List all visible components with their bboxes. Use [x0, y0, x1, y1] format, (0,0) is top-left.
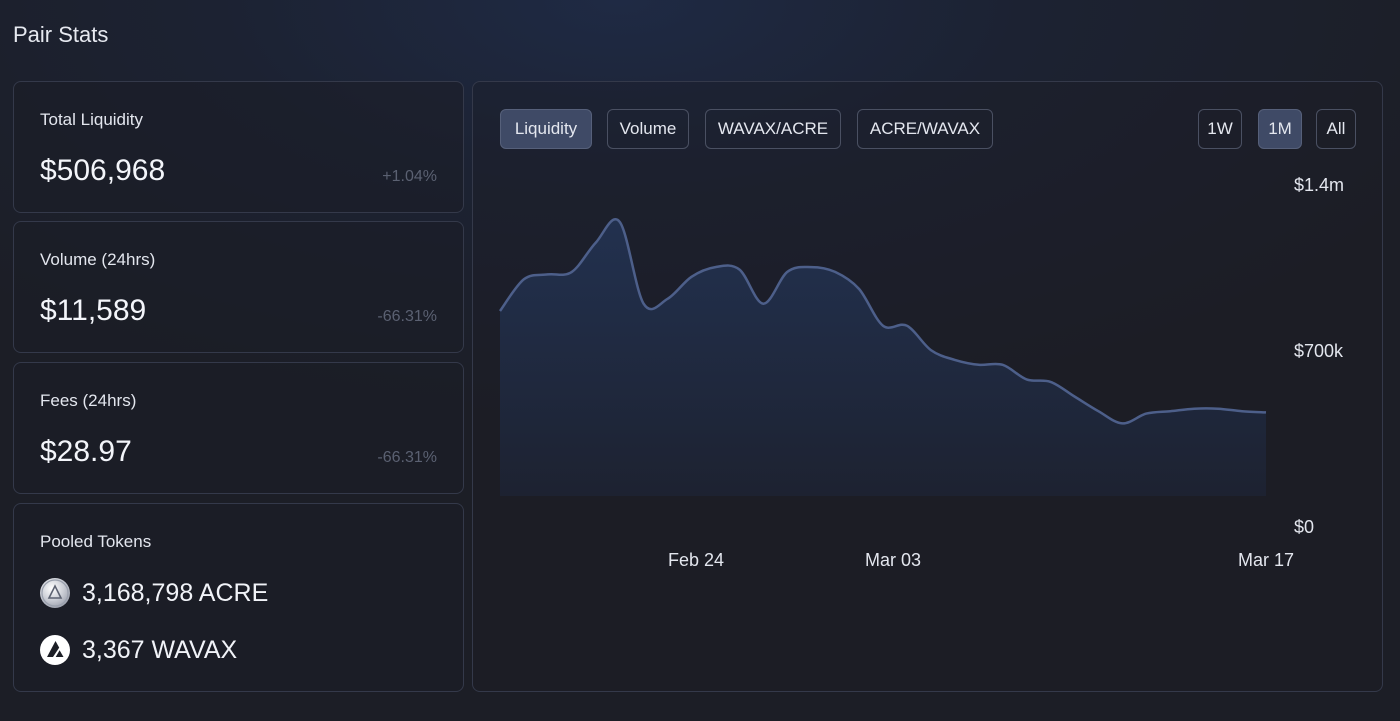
acre-amount: 3,168,798 ACRE — [82, 578, 269, 607]
pair-stats-page: Pair Stats Total Liquidity $506,968 +1.0… — [0, 0, 1400, 721]
token-row-acre: 3,168,798 ACRE — [40, 578, 268, 608]
liquidity-area-chart — [498, 218, 1267, 496]
avax-token-icon — [40, 635, 70, 665]
fees-card: Fees (24hrs) $28.97 -66.31% — [13, 362, 464, 494]
page-title: Pair Stats — [13, 22, 109, 47]
volume-value: $11,589 — [40, 294, 147, 327]
fees-value: $28.97 — [40, 435, 132, 468]
liquidity-label: Total Liquidity — [40, 110, 144, 129]
volume-change: -66.31% — [377, 308, 437, 325]
liquidity-value: $506,968 — [40, 154, 166, 187]
fees-change: -66.31% — [377, 449, 437, 466]
wavax-amount: 3,367 WAVAX — [82, 635, 238, 664]
liquidity-area — [500, 219, 1266, 496]
volume-card: Volume (24hrs) $11,589 -66.31% — [13, 221, 464, 353]
x-tick-label-mar17: Mar 17 — [1237, 550, 1295, 570]
y-tick-label-mid: $700k — [1294, 341, 1344, 361]
chart-panel: Liquidity Volume WAVAX/ACRE ACRE/WAVAX 1… — [472, 81, 1383, 692]
y-tick-label-zero: $0 — [1294, 517, 1315, 537]
fees-label: Fees (24hrs) — [40, 391, 137, 410]
token-row-wavax: 3,367 WAVAX — [40, 635, 237, 665]
y-tick-label-max: $1.4m — [1294, 175, 1345, 195]
pooled-tokens-card: Pooled Tokens 3,168,798 ACRE 3,367 WAVAX — [13, 503, 464, 692]
acre-token-icon — [40, 578, 70, 608]
x-tick-label-mar03: Mar 03 — [864, 550, 922, 570]
volume-label: Volume (24hrs) — [40, 250, 156, 269]
liquidity-card: Total Liquidity $506,968 +1.04% — [13, 81, 464, 213]
liquidity-change: +1.04% — [382, 168, 437, 185]
x-tick-label-feb24: Feb 24 — [667, 550, 725, 570]
pooled-tokens-label: Pooled Tokens — [40, 532, 152, 551]
